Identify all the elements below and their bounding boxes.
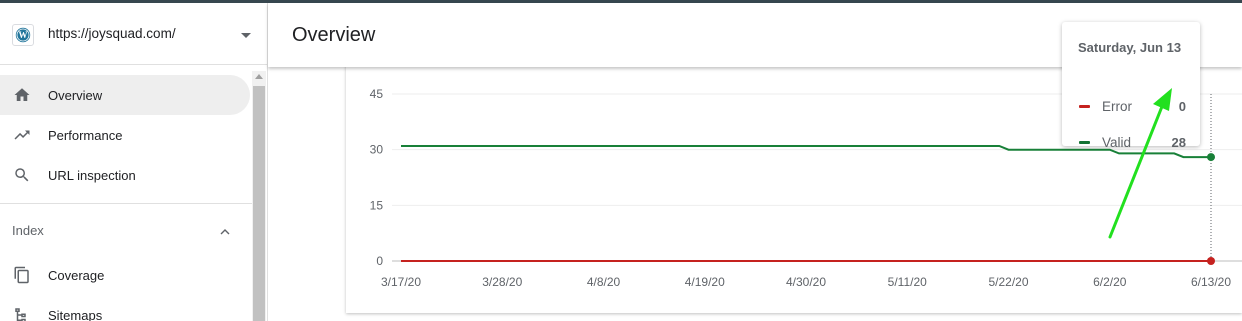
sidebar-item-label: URL inspection (48, 167, 136, 183)
y-tick-label: 45 (370, 87, 384, 101)
x-tick-label: 3/17/20 (381, 275, 421, 289)
sidebar-item-performance[interactable]: Performance (0, 115, 250, 155)
y-tick-label: 0 (376, 254, 383, 268)
page-title: Overview (292, 24, 376, 46)
legend-swatch-valid (1079, 141, 1090, 144)
sidebar-item-label: Coverage (48, 267, 105, 283)
x-tick-label: 6/13/20 (1191, 275, 1231, 289)
tooltip-date: Saturday, Jun 13 (1078, 40, 1182, 55)
sidebar-item-overview[interactable]: Overview (0, 75, 250, 115)
tooltip-label: Valid (1102, 135, 1132, 150)
x-tick-label: 5/11/20 (888, 275, 927, 289)
scroll-up-arrow-icon[interactable] (255, 74, 263, 79)
sidebar-item-label: Sitemaps (48, 307, 103, 321)
x-tick-label: 5/22/20 (988, 275, 1028, 289)
series-point-error (1207, 257, 1215, 265)
sidebar-item-sitemaps[interactable]: Sitemaps (0, 295, 250, 321)
home-icon (12, 85, 32, 105)
search-icon (12, 165, 32, 185)
chevron-down-icon[interactable] (241, 33, 251, 38)
y-tick-label: 30 (370, 143, 384, 157)
sidebar-item-url-inspection[interactable]: URL inspection (0, 155, 250, 195)
sidebar-item-label: Overview (48, 87, 103, 103)
property-selector[interactable]: W https://joysquad.com/ (0, 3, 267, 65)
x-tick-label: 3/28/20 (482, 275, 522, 289)
y-tick-label: 15 (370, 198, 384, 212)
tooltip-value: 28 (1171, 135, 1186, 150)
scrollbar-thumb[interactable] (253, 86, 265, 321)
svg-text:W: W (19, 30, 28, 40)
chart-tooltip: Saturday, Jun 13 Error 0 Valid 28 (1062, 22, 1200, 150)
chevron-up-icon[interactable] (219, 225, 231, 237)
x-tick-label: 4/30/20 (786, 275, 826, 289)
wordpress-icon: W (12, 24, 34, 46)
tooltip-value: 0 (1178, 99, 1186, 114)
legend-swatch-error (1079, 105, 1090, 108)
nav-menu: Overview Performance URL inspection Inde… (0, 75, 252, 321)
sitemap-icon (12, 305, 32, 321)
property-url: https://joysquad.com/ (48, 26, 176, 41)
divider (0, 203, 252, 204)
sidebar-scrollbar[interactable] (252, 71, 266, 321)
series-point-valid (1207, 153, 1215, 162)
x-tick-label: 4/8/20 (587, 275, 621, 289)
copy-icon (12, 265, 32, 285)
sidebar-item-coverage[interactable]: Coverage (0, 255, 250, 295)
tooltip-row-error: Error 0 (1078, 98, 1186, 116)
x-tick-label: 6/2/20 (1093, 275, 1127, 289)
sidebar: W https://joysquad.com/ Overview Perform… (0, 3, 268, 321)
x-tick-label: 4/19/20 (685, 275, 725, 289)
section-header-index[interactable]: Index (12, 223, 44, 238)
tooltip-row-valid: Valid 28 (1078, 134, 1186, 152)
trending-up-icon (12, 125, 32, 145)
tooltip-label: Error (1102, 99, 1132, 114)
sidebar-item-label: Performance (48, 127, 123, 143)
